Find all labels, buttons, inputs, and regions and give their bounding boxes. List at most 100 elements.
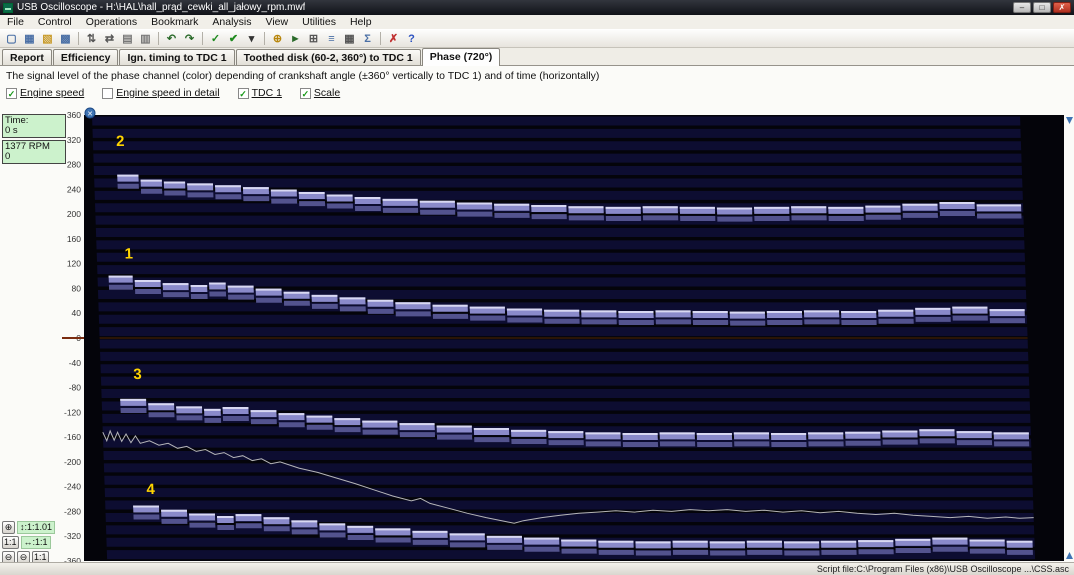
y-axis-label: 240 xyxy=(67,184,81,194)
menu-analysis[interactable]: Analysis xyxy=(205,16,258,28)
y-axis-label: 200 xyxy=(67,209,81,219)
menu-bar: File Control Operations Bookmark Analysis Vie… xyxy=(0,15,1074,29)
toggle-label: Scale xyxy=(313,87,341,99)
toolbar-separator xyxy=(264,32,265,45)
marker-add-icon[interactable]: ⊕ xyxy=(269,31,286,46)
panels-icon[interactable]: ▥ xyxy=(137,31,154,46)
calculator-icon[interactable]: Σ xyxy=(359,31,376,46)
menu-control[interactable]: Control xyxy=(31,16,79,28)
toggle-scale[interactable]: ✓ Scale xyxy=(299,87,341,99)
measure-icon[interactable]: ⊞ xyxy=(305,31,322,46)
toolbar-separator xyxy=(202,32,203,45)
toolbar-separator xyxy=(380,32,381,45)
scroll-up-arrow[interactable] xyxy=(1066,117,1073,124)
open-file-icon[interactable]: ▧ xyxy=(39,31,56,46)
y-axis-label: 40 xyxy=(72,308,82,318)
vertical-zoom-ratio: ↕:1:1.01 xyxy=(17,521,56,534)
horizontal-zoom-ratio: ↔:1:1 xyxy=(20,536,51,549)
redo-icon[interactable]: ↷ xyxy=(181,31,198,46)
tab-strip: Report Efficiency Ign. timing to TDC 1 Toot… xyxy=(0,48,1074,66)
y-axis-label: -80 xyxy=(69,383,82,393)
status-text: Script file:C:\Program Files (x86)\USB O… xyxy=(816,564,1069,574)
scroll-down-arrow[interactable] xyxy=(1066,552,1073,559)
toggle-row: ✓ Engine speed Engine speed in detail ✓ TDC … xyxy=(0,84,1074,102)
export-icon[interactable]: ⇄ xyxy=(101,31,118,46)
y-axis-label: -320 xyxy=(64,531,81,541)
cylinder-label-1: 1 xyxy=(124,246,133,263)
tab-phase-720[interactable]: Phase (720°) xyxy=(421,48,501,66)
chart-description: The signal level of the phase channel (c… xyxy=(6,70,600,82)
dropdown-caret-icon[interactable]: ▾ xyxy=(243,31,260,46)
save-icon[interactable]: ▦ xyxy=(21,31,38,46)
close-button[interactable]: ✗ xyxy=(1053,2,1071,13)
minimize-button[interactable]: – xyxy=(1013,2,1031,13)
y-axis-label: 160 xyxy=(67,234,81,244)
y-axis-label: 80 xyxy=(72,283,82,293)
new-file-icon[interactable]: ▢ xyxy=(3,31,20,46)
checkbox-unchecked-icon xyxy=(102,87,114,99)
time-readout: Time: 0 s xyxy=(2,114,66,138)
rpm-value: 0 xyxy=(5,151,11,162)
y-axis-label: -40 xyxy=(69,358,82,368)
toggle-label: Engine speed in detail xyxy=(116,87,220,99)
play-icon[interactable]: ► xyxy=(287,31,304,46)
toolbar-separator xyxy=(78,32,79,45)
help-icon[interactable]: ? xyxy=(403,31,420,46)
close-script-icon[interactable]: ✗ xyxy=(385,31,402,46)
toggle-label: Engine speed xyxy=(20,87,85,99)
y-axis-label: -120 xyxy=(64,407,81,417)
checkbox-checked-icon: ✓ xyxy=(299,87,311,99)
toggle-engine-speed[interactable]: ✓ Engine speed xyxy=(6,87,84,99)
data-layer: 2 1 3 4 xyxy=(92,116,1036,560)
menu-utilities[interactable]: Utilities xyxy=(295,16,343,28)
tdc-line xyxy=(99,337,1028,339)
tdc-gutter-mark xyxy=(62,337,84,339)
tab-report[interactable]: Report xyxy=(2,49,52,65)
tab-toothed-disk-60-2-360-to-tdc-1[interactable]: Toothed disk (60-2, 360°) to TDC 1 xyxy=(235,49,421,65)
apply-check-icon[interactable]: ✓ xyxy=(207,31,224,46)
phase-chart[interactable]: 36032028024020016012080400-40-80-120-160… xyxy=(58,105,1074,565)
menu-operations[interactable]: Operations xyxy=(79,16,144,28)
toggle-label: TDC 1 xyxy=(251,87,282,99)
y-axis-label: 360 xyxy=(67,110,81,120)
grid-icon[interactable]: ▦ xyxy=(341,31,358,46)
undo-icon[interactable]: ↶ xyxy=(163,31,180,46)
zoom-controls: ⊕ ↕:1:1.01 1:1 ↔:1:1 ⊖ ⊖ 1:1 xyxy=(2,519,56,564)
toolbar-separator xyxy=(158,32,159,45)
y-axis-label: -200 xyxy=(64,457,81,467)
title-bar: USB Oscilloscope - H:\HAL\hall_prąd_cewk… xyxy=(0,0,1074,15)
zoom-in-button[interactable]: ⊕ xyxy=(2,521,15,534)
window-title: USB Oscilloscope - H:\HAL\hall_prąd_cewk… xyxy=(17,2,306,13)
waveform-icon[interactable]: ≡ xyxy=(323,31,340,46)
verify-check-icon[interactable]: ✔ xyxy=(225,31,242,46)
rpm-readout: 1377 RPM 0 xyxy=(2,140,66,164)
y-axis-label: -160 xyxy=(64,432,81,442)
menu-view[interactable]: View xyxy=(259,16,296,28)
status-bar: Script file:C:\Program Files (x86)\USB O… xyxy=(0,562,1074,575)
tab-ign-timing-to-tdc-1[interactable]: Ign. timing to TDC 1 xyxy=(119,49,235,65)
import-icon[interactable]: ⇅ xyxy=(83,31,100,46)
toggle-engine-speed-in-detail[interactable]: Engine speed in detail xyxy=(102,87,220,99)
rpm-label: 1377 RPM xyxy=(5,141,50,152)
time-value: 0 s xyxy=(5,125,18,136)
copy-icon[interactable]: ▤ xyxy=(119,31,136,46)
checkbox-checked-icon: ✓ xyxy=(6,87,17,99)
checkbox-checked-icon: ✓ xyxy=(237,87,249,99)
menu-bookmark[interactable]: Bookmark xyxy=(144,16,205,28)
y-axis-label: 280 xyxy=(67,160,81,170)
cylinder-label-3: 3 xyxy=(133,366,142,383)
menu-help[interactable]: Help xyxy=(343,16,379,28)
toolbar: ▢ ▦ ▧ ▩ ⇅ ⇄ ▤ ▥ ↶ ↷ ✓ ✔ ▾ ⊕ ► ⊞ ≡ ▦ Σ ✗? xyxy=(0,29,1074,48)
tab-efficiency[interactable]: Efficiency xyxy=(52,49,119,65)
y-axis-label: 120 xyxy=(67,259,81,269)
maximize-button[interactable]: □ xyxy=(1033,2,1051,13)
readout-panel: Time: 0 s 1377 RPM 0 xyxy=(2,114,66,166)
svg-text:✕: ✕ xyxy=(87,111,93,118)
menu-file[interactable]: File xyxy=(0,16,31,28)
save-all-icon[interactable]: ▩ xyxy=(57,31,74,46)
toggle-tdc-1[interactable]: ✓ TDC 1 xyxy=(237,87,282,99)
cylinder-label-4: 4 xyxy=(146,481,156,498)
zoom-1to1-button[interactable]: 1:1 xyxy=(2,536,19,549)
cylinder-label-2: 2 xyxy=(116,133,125,150)
y-axis-label: -280 xyxy=(64,506,81,516)
